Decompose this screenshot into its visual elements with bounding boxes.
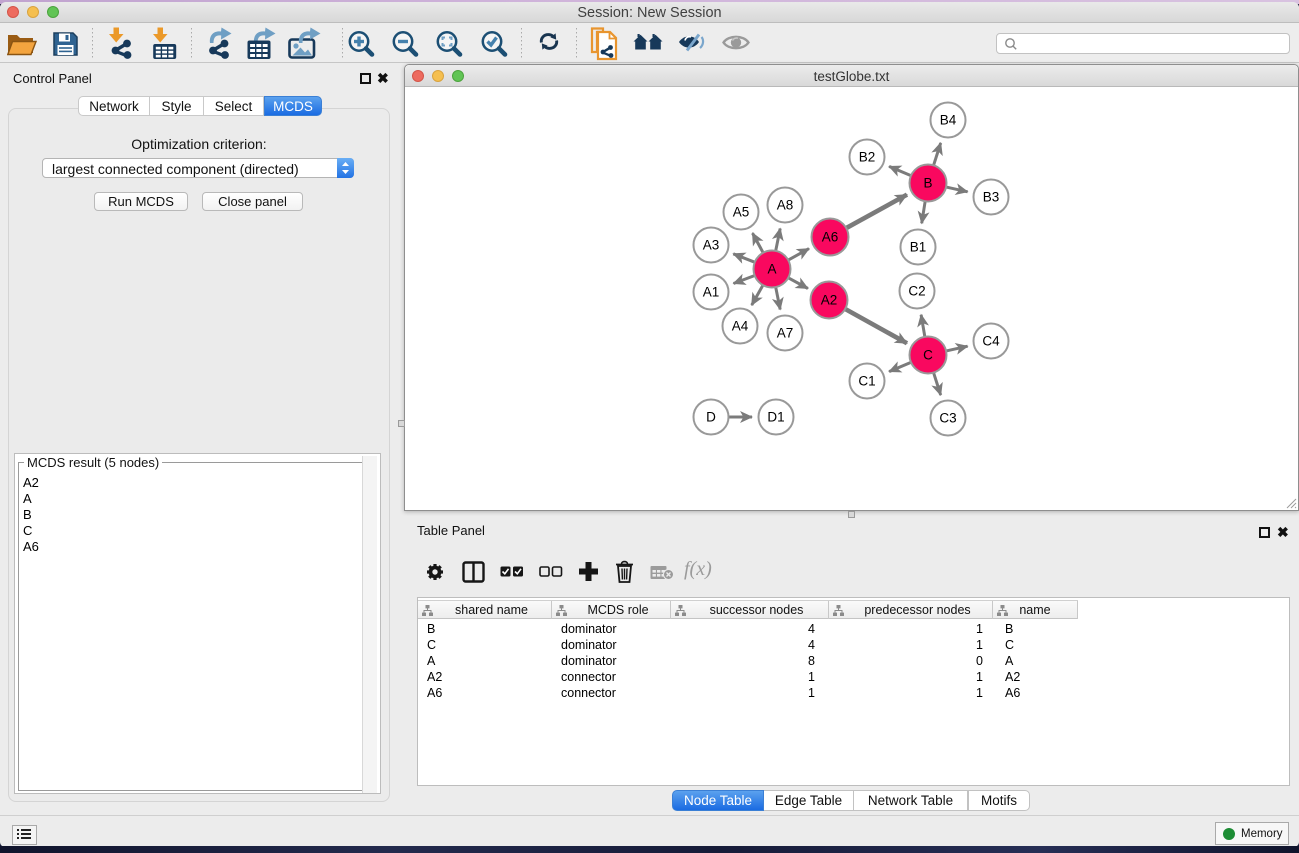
- svg-text:A7: A7: [777, 326, 794, 341]
- svg-text:A5: A5: [733, 205, 750, 220]
- svg-text:C1: C1: [858, 374, 875, 389]
- svg-text:A4: A4: [732, 319, 749, 334]
- svg-text:B3: B3: [983, 190, 1000, 205]
- svg-text:B2: B2: [859, 150, 876, 165]
- svg-text:A: A: [767, 262, 776, 277]
- svg-text:C4: C4: [982, 334, 1000, 349]
- svg-text:A6: A6: [822, 230, 839, 245]
- svg-text:A2: A2: [821, 293, 838, 308]
- svg-text:D1: D1: [767, 410, 784, 425]
- svg-text:D: D: [706, 410, 716, 425]
- svg-text:B1: B1: [910, 240, 927, 255]
- svg-text:B4: B4: [940, 113, 957, 128]
- svg-text:C: C: [923, 348, 933, 363]
- svg-text:A8: A8: [777, 198, 794, 213]
- svg-text:C2: C2: [908, 284, 925, 299]
- svg-text:A3: A3: [703, 238, 720, 253]
- svg-text:C3: C3: [939, 411, 956, 426]
- svg-text:A1: A1: [703, 285, 720, 300]
- svg-text:B: B: [923, 176, 932, 191]
